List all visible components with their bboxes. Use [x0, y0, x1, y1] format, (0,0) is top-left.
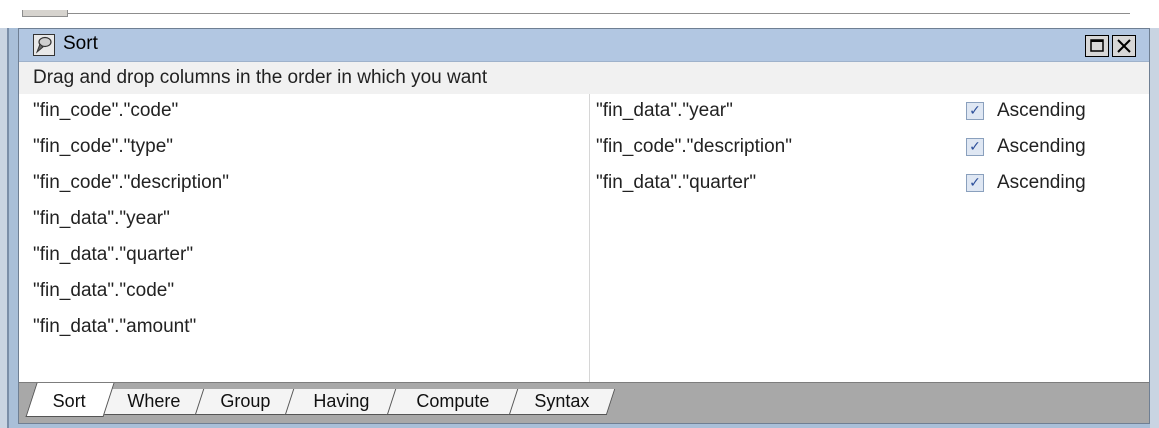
close-icon — [1117, 39, 1131, 53]
available-column-item[interactable]: "fin_data"."code" — [19, 274, 589, 310]
ascending-checkbox[interactable]: ✓ — [966, 138, 984, 156]
checkmark-icon: ✓ — [969, 175, 981, 191]
available-column-item[interactable]: "fin_code"."type" — [19, 130, 589, 166]
available-columns-list[interactable]: "fin_code"."code" "fin_code"."type" "fin… — [19, 94, 590, 382]
close-button[interactable] — [1112, 35, 1136, 57]
maximize-button[interactable] — [1085, 35, 1109, 57]
window-titlebar[interactable]: Sort — [19, 29, 1149, 62]
available-column-item[interactable]: "fin_code"."description" — [19, 166, 589, 202]
tab-syntax[interactable]: Syntax — [508, 389, 616, 415]
checkmark-icon: ✓ — [969, 139, 981, 155]
sort-column-name: "fin_data"."quarter" — [596, 172, 757, 193]
upper-pane-remnant — [0, 0, 1159, 28]
tab-compute[interactable]: Compute — [386, 389, 520, 415]
tab-label: Group — [220, 391, 271, 411]
ascending-label: Ascending — [997, 100, 1086, 121]
available-column-item[interactable]: "fin_data"."quarter" — [19, 238, 589, 274]
available-column-item[interactable]: "fin_data"."amount" — [19, 310, 589, 346]
instruction-text: Drag and drop columns in the order in wh… — [19, 62, 1149, 94]
sort-columns-list[interactable]: "fin_data"."year" ✓ Ascending "fin_code"… — [590, 94, 1150, 382]
tab-label: Compute — [416, 391, 490, 411]
tab-label: Sort — [53, 391, 87, 411]
checkmark-icon: ✓ — [969, 103, 981, 119]
window-title: Sort — [63, 33, 98, 54]
available-column-item[interactable]: "fin_code"."code" — [19, 94, 589, 130]
horizontal-scrollbar[interactable] — [22, 0, 1130, 14]
outer-frame-divider — [7, 0, 9, 428]
tab-label: Having — [313, 391, 370, 411]
tab-bar: Sort Where Group Having Compute Syntax — [19, 382, 1149, 423]
sort-column-item[interactable]: "fin_code"."description" ✓ Ascending — [590, 130, 1150, 166]
sort-column-name: "fin_data"."year" — [596, 100, 733, 121]
tab-group[interactable]: Group — [194, 389, 296, 415]
available-column-item[interactable]: "fin_data"."year" — [19, 202, 589, 238]
sort-column-item[interactable]: "fin_data"."quarter" ✓ Ascending — [590, 166, 1150, 202]
tab-label: Syntax — [534, 391, 590, 411]
ascending-label: Ascending — [997, 172, 1086, 193]
ascending-label: Ascending — [997, 136, 1086, 157]
sort-window: Sort Drag and drop columns in the order … — [18, 28, 1150, 424]
sort-window-icon — [33, 34, 55, 56]
scrollbar-thumb[interactable] — [22, 10, 68, 17]
sort-column-name: "fin_code"."description" — [596, 136, 792, 157]
tab-sort[interactable]: Sort — [25, 383, 115, 417]
ascending-checkbox[interactable]: ✓ — [966, 102, 984, 120]
tab-label: Where — [127, 391, 181, 411]
sort-column-item[interactable]: "fin_data"."year" ✓ Ascending — [590, 94, 1150, 130]
tab-where[interactable]: Where — [102, 389, 206, 415]
maximize-icon — [1090, 39, 1104, 52]
outer-frame-right — [1150, 0, 1159, 428]
ascending-checkbox[interactable]: ✓ — [966, 174, 984, 192]
tab-having[interactable]: Having — [284, 389, 398, 415]
